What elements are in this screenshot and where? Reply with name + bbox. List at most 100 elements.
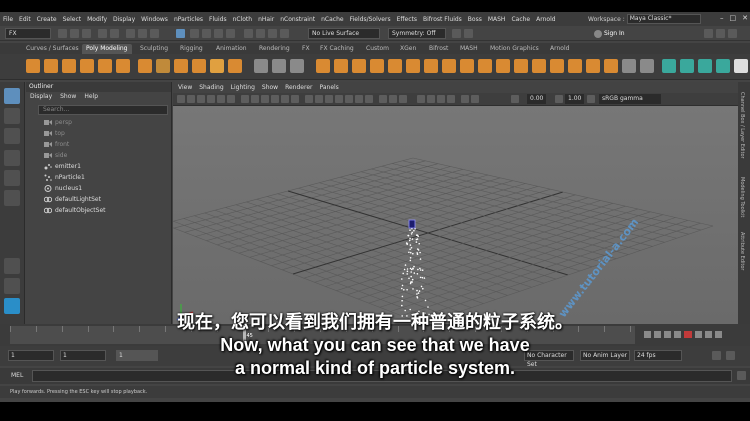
menu-display[interactable]: Display xyxy=(110,16,138,23)
shelf-tab-bifrost[interactable]: Bifrost xyxy=(429,44,448,54)
shelf-tab-custom[interactable]: Custom xyxy=(366,44,389,54)
channel-box-toggle-icon[interactable] xyxy=(716,29,725,38)
minimize-icon[interactable]: – xyxy=(720,14,724,22)
reflection-icon[interactable] xyxy=(464,29,473,38)
grease-pencil-icon[interactable] xyxy=(227,95,235,103)
history-icon[interactable] xyxy=(244,29,253,38)
poly-torus-icon[interactable] xyxy=(98,59,112,73)
planar-map-icon[interactable] xyxy=(680,59,694,73)
anim-start-field[interactable]: 1 xyxy=(8,350,54,361)
auto-key-icon[interactable] xyxy=(712,351,721,360)
move-tool-icon[interactable] xyxy=(4,150,20,166)
poly-cone-icon[interactable] xyxy=(80,59,94,73)
range-bar-start[interactable]: 1 xyxy=(116,350,158,361)
boolean-icon[interactable] xyxy=(316,59,330,73)
insert-edge-loop-icon[interactable] xyxy=(442,59,456,73)
menu-bifrost-fluids[interactable]: Bifrost Fluids xyxy=(420,16,465,23)
character-set-dropdown[interactable]: No Character Set xyxy=(524,350,574,368)
select-camera-icon[interactable] xyxy=(177,95,185,103)
menu-arnold[interactable]: Arnold xyxy=(533,16,558,23)
snap-curve-icon[interactable] xyxy=(202,29,211,38)
outliner-menu-display[interactable]: Display xyxy=(30,92,52,102)
cylindrical-map-icon[interactable] xyxy=(716,59,730,73)
image-plane-icon[interactable] xyxy=(207,95,215,103)
outliner-item-defaultobjectset[interactable]: defaultObjectSet xyxy=(26,205,171,216)
viewport-canvas[interactable] xyxy=(173,106,738,324)
menu-ncache[interactable]: nCache xyxy=(318,16,346,23)
menu-windows[interactable]: Windows xyxy=(138,16,171,23)
bookmarks-icon[interactable] xyxy=(197,95,205,103)
fps-dropdown[interactable]: 24 fps xyxy=(634,350,682,361)
textured-icon[interactable] xyxy=(345,95,353,103)
viewport-menu-shading[interactable]: Shading xyxy=(199,82,223,93)
uv-editor-icon[interactable] xyxy=(662,59,676,73)
camera-attributes-icon[interactable] xyxy=(187,95,195,103)
poly-sphere-icon[interactable] xyxy=(26,59,40,73)
current-time-indicator[interactable] xyxy=(242,326,246,344)
triangulate-icon[interactable] xyxy=(604,59,618,73)
shelf-tab-fx[interactable]: FX xyxy=(302,44,310,54)
panel-layout-icon[interactable] xyxy=(704,29,713,38)
step-forward-key-icon[interactable] xyxy=(705,331,712,338)
sign-in-button[interactable]: Sign In xyxy=(594,28,625,39)
menu-cache[interactable]: Cache xyxy=(508,16,533,23)
mirror-icon[interactable] xyxy=(568,59,582,73)
xray-joints-icon[interactable] xyxy=(427,95,435,103)
bevel-icon[interactable] xyxy=(352,59,366,73)
modeling-toolkit-tab[interactable]: Modeling Toolkit xyxy=(739,177,745,217)
undo-icon[interactable] xyxy=(98,29,107,38)
save-scene-icon[interactable] xyxy=(82,29,91,38)
gate-mask-icon[interactable] xyxy=(271,95,279,103)
select-component-icon[interactable] xyxy=(150,29,159,38)
menu-mash[interactable]: MASH xyxy=(485,16,509,23)
menu-file[interactable]: File xyxy=(0,16,16,23)
step-back-frame-icon[interactable] xyxy=(664,331,671,338)
shelf-tab-mash[interactable]: MASH xyxy=(460,44,478,54)
shelf-tab-rendering[interactable]: Rendering xyxy=(259,44,290,54)
shelf-tab-poly-modeling[interactable]: Poly Modeling xyxy=(82,44,132,54)
ambient-occlusion-icon[interactable] xyxy=(379,95,387,103)
go-to-end-icon[interactable] xyxy=(715,331,722,338)
menu-nparticles[interactable]: nParticles xyxy=(171,16,206,23)
play-backwards-icon[interactable] xyxy=(674,331,681,338)
multi-cut-icon[interactable] xyxy=(424,59,438,73)
attribute-editor-tab[interactable]: Attribute Editor xyxy=(739,232,745,270)
step-back-key-icon[interactable] xyxy=(654,331,661,338)
menu-fluids[interactable]: Fluids xyxy=(206,16,230,23)
target-weld-icon[interactable] xyxy=(478,59,492,73)
outliner-item-persp[interactable]: persp xyxy=(26,117,171,128)
outliner-item-emitter1[interactable]: emitter1 xyxy=(26,161,171,172)
exposure-field[interactable]: 0.00 xyxy=(527,94,547,104)
shelf-tab-curves-surfaces[interactable]: Curves / Surfaces xyxy=(26,44,79,54)
safe-action-icon[interactable] xyxy=(291,95,299,103)
select-tool-icon[interactable] xyxy=(4,88,20,104)
go-to-start-icon[interactable] xyxy=(644,331,651,338)
scale-tool-icon[interactable] xyxy=(4,190,20,206)
menu-edit[interactable]: Edit xyxy=(16,16,34,23)
viewport-menu-lighting[interactable]: Lighting xyxy=(231,82,255,93)
cleanup-icon[interactable] xyxy=(586,59,600,73)
depth-of-field-icon[interactable] xyxy=(399,95,407,103)
menu-nhair[interactable]: nHair xyxy=(255,16,277,23)
select-object-icon[interactable] xyxy=(138,29,147,38)
live-surface-field[interactable]: No Live Surface xyxy=(308,28,380,39)
outliner-item-side[interactable]: side xyxy=(26,150,171,161)
four-view-layout-icon[interactable] xyxy=(4,278,20,294)
poly-pyramid-icon[interactable] xyxy=(174,59,188,73)
quadrangulate-icon[interactable] xyxy=(622,59,636,73)
snap-point-icon[interactable] xyxy=(214,29,223,38)
poly-cylinder-icon[interactable] xyxy=(62,59,76,73)
outliner-search-input[interactable]: Search... xyxy=(38,105,168,115)
outliner-item-defaultlightset[interactable]: defaultLightSet xyxy=(26,194,171,205)
backface-culling-icon[interactable] xyxy=(447,95,455,103)
new-scene-icon[interactable] xyxy=(58,29,67,38)
outliner-item-nucleus1[interactable]: nucleus1 xyxy=(26,183,171,194)
color-management-icon[interactable] xyxy=(471,95,479,103)
maximize-icon[interactable]: □ xyxy=(730,14,737,22)
viewport-menu-show[interactable]: Show xyxy=(262,82,278,93)
anim-preferences-icon[interactable] xyxy=(726,351,735,360)
platonic-solid-icon[interactable] xyxy=(156,59,170,73)
single-perspective-layout-icon[interactable] xyxy=(4,258,20,274)
collapse-icon[interactable] xyxy=(514,59,528,73)
menu-boss[interactable]: Boss xyxy=(465,16,485,23)
